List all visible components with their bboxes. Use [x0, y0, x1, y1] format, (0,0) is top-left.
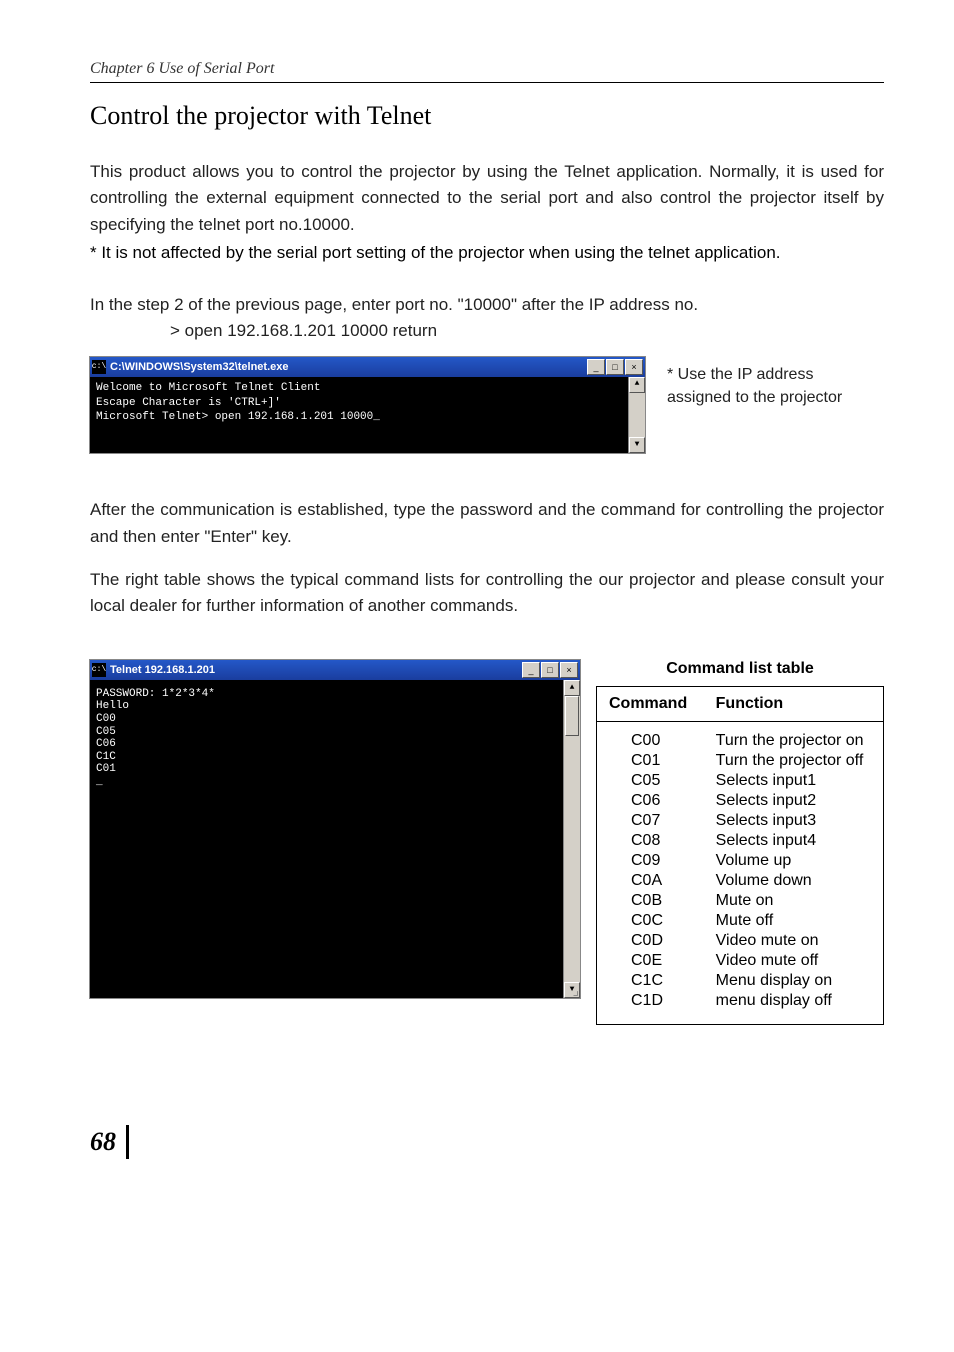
fn-cell: Selects input2	[704, 791, 884, 811]
fn-cell: Video mute off	[704, 951, 884, 971]
fn-cell: Menu display on	[704, 971, 884, 991]
scroll-up-icon[interactable]: ▲	[629, 377, 645, 393]
note-1: * It is not affected by the serial port …	[90, 240, 884, 266]
terminal-line: _	[96, 776, 574, 789]
terminal-line: Microsoft Telnet> open 192.168.1.201 100…	[96, 410, 639, 425]
cmd-cell: C00	[597, 721, 704, 751]
fn-cell: Turn the projector off	[704, 751, 884, 771]
terminal-line: PASSWORD: 1*2*3*4*	[96, 688, 574, 701]
paragraph-2: In the step 2 of the previous page, ente…	[90, 292, 884, 318]
fn-cell: Volume up	[704, 851, 884, 871]
telnet-row-2: c:\ Telnet 192.168.1.201 _ □ × PASSWORD:…	[90, 660, 884, 1025]
scroll-thumb[interactable]	[565, 696, 579, 736]
table-row: C01Turn the projector off	[597, 751, 884, 771]
telnet-window-1: c:\ C:\WINDOWS\System32\telnet.exe _ □ ×…	[90, 357, 645, 454]
table-row: C07Selects input3	[597, 811, 884, 831]
cmd-cell: C0D	[597, 931, 704, 951]
window-buttons: _ □ ×	[586, 359, 643, 375]
fn-cell: Video mute on	[704, 931, 884, 951]
scrollbar[interactable]: ▲ ▼	[628, 377, 645, 454]
cmd-cell: C0A	[597, 871, 704, 891]
paragraph-1: This product allows you to control the p…	[90, 159, 884, 238]
fn-cell: menu display off	[704, 991, 884, 1025]
command-table-wrap: Command list table Command Function C00T…	[596, 660, 884, 1025]
fn-cell: Turn the projector on	[704, 721, 884, 751]
table-row: C00Turn the projector on	[597, 721, 884, 751]
table-row: C06Selects input2	[597, 791, 884, 811]
section-title: Control the projector with Telnet	[90, 101, 884, 131]
cmd-cell: C05	[597, 771, 704, 791]
page-number: 68	[90, 1125, 129, 1159]
window-titlebar: c:\ Telnet 192.168.1.201 _ □ ×	[90, 660, 580, 680]
command-table-body: C00Turn the projector on C01Turn the pro…	[597, 721, 884, 1024]
table-row: C0DVideo mute on	[597, 931, 884, 951]
cmd-icon: c:\	[92, 663, 106, 677]
window-title-text: C:\WINDOWS\System32\telnet.exe	[110, 361, 586, 373]
command-table: Command Function C00Turn the projector o…	[596, 686, 884, 1025]
fn-cell: Selects input3	[704, 811, 884, 831]
table-row: C05Selects input1	[597, 771, 884, 791]
chapter-header: Chapter 6 Use of Serial Port	[90, 60, 884, 83]
scroll-down-icon[interactable]: ▼	[629, 437, 645, 453]
telnet-row-1: c:\ C:\WINDOWS\System32\telnet.exe _ □ ×…	[90, 357, 884, 454]
cmd-cell: C09	[597, 851, 704, 871]
terminal-line: C00	[96, 713, 574, 726]
telnet-window-2: c:\ Telnet 192.168.1.201 _ □ × PASSWORD:…	[90, 660, 580, 998]
close-button[interactable]: ×	[560, 662, 578, 678]
cmd-cell: C1C	[597, 971, 704, 991]
fn-cell: Selects input4	[704, 831, 884, 851]
cmd-cell: C08	[597, 831, 704, 851]
minimize-button[interactable]: _	[522, 662, 540, 678]
resize-grip-icon[interactable]: ⌟	[572, 984, 580, 1000]
cmd-cell: C0C	[597, 911, 704, 931]
terminal-line: C1C	[96, 751, 574, 764]
table-row: C0CMute off	[597, 911, 884, 931]
terminal-line: Escape Character is 'CTRL+]'	[96, 396, 639, 411]
cmd-icon: c:\	[92, 360, 106, 374]
table-row: C0BMute on	[597, 891, 884, 911]
cmd-cell: C06	[597, 791, 704, 811]
window-buttons: _ □ ×	[521, 662, 578, 678]
fn-cell: Mute on	[704, 891, 884, 911]
terminal-line: C06	[96, 738, 574, 751]
scroll-up-icon[interactable]: ▲	[564, 680, 580, 696]
cmd-cell: C07	[597, 811, 704, 831]
command-table-title: Command list table	[596, 660, 884, 678]
terminal-body: Welcome to Microsoft Telnet Client Escap…	[90, 377, 645, 454]
window-title-text: Telnet 192.168.1.201	[110, 664, 521, 676]
cmd-cell: C0E	[597, 951, 704, 971]
table-row: C1CMenu display on	[597, 971, 884, 991]
prompt-line: > open 192.168.1.201 10000 return	[170, 321, 884, 341]
cmd-cell: C0B	[597, 891, 704, 911]
cmd-cell: C1D	[597, 991, 704, 1025]
window-titlebar: c:\ C:\WINDOWS\System32\telnet.exe _ □ ×	[90, 357, 645, 377]
fn-cell: Volume down	[704, 871, 884, 891]
terminal-line: Welcome to Microsoft Telnet Client	[96, 381, 639, 396]
terminal-line: C01	[96, 763, 574, 776]
terminal-line: Hello	[96, 700, 574, 713]
table-row: C0AVolume down	[597, 871, 884, 891]
fn-cell: Selects input1	[704, 771, 884, 791]
page: Chapter 6 Use of Serial Port Control the…	[0, 0, 954, 1199]
minimize-button[interactable]: _	[587, 359, 605, 375]
maximize-button[interactable]: □	[541, 662, 559, 678]
table-row: C08Selects input4	[597, 831, 884, 851]
scrollbar[interactable]: ▲ ▼	[563, 680, 580, 998]
terminal-body: PASSWORD: 1*2*3*4* Hello C00 C05 C06 C1C…	[90, 680, 580, 998]
close-button[interactable]: ×	[625, 359, 643, 375]
paragraph-4: The right table shows the typical comman…	[90, 567, 884, 620]
terminal-line: C05	[96, 726, 574, 739]
table-row: C09Volume up	[597, 851, 884, 871]
table-header-function: Function	[704, 686, 884, 721]
table-row: C1Dmenu display off	[597, 991, 884, 1025]
table-header-command: Command	[597, 686, 704, 721]
paragraph-3: After the communication is established, …	[90, 497, 884, 550]
cmd-cell: C01	[597, 751, 704, 771]
table-row: C0EVideo mute off	[597, 951, 884, 971]
fn-cell: Mute off	[704, 911, 884, 931]
maximize-button[interactable]: □	[606, 359, 624, 375]
side-note: * Use the IP address assigned to the pro…	[667, 363, 877, 409]
